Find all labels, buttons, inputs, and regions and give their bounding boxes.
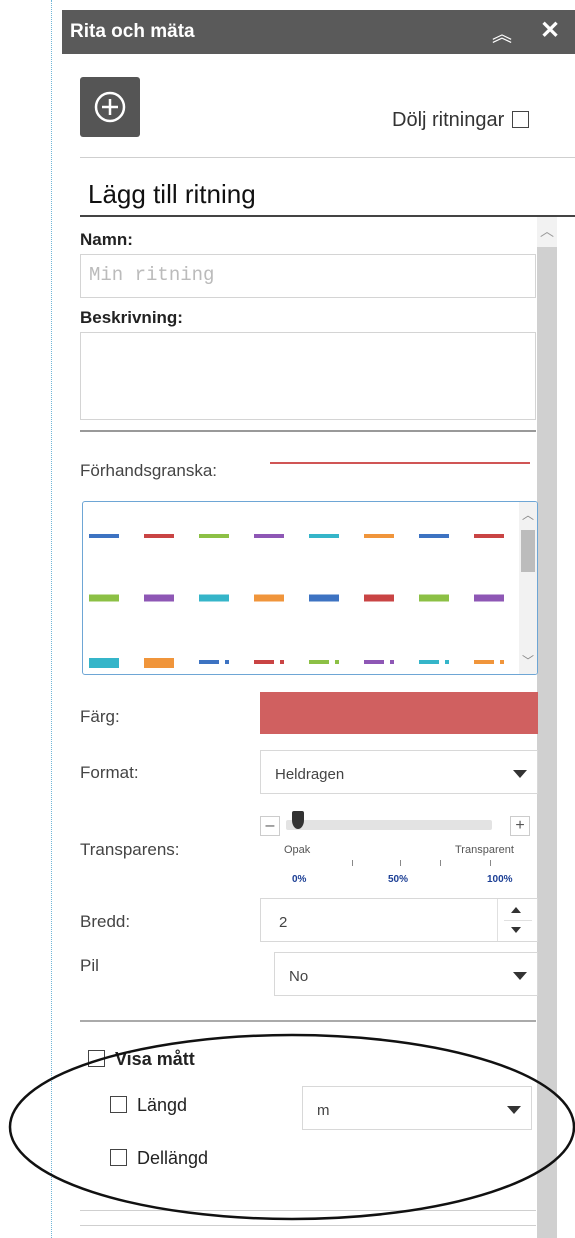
line-style-scrollbar[interactable]: ︿ ﹀ <box>519 502 537 674</box>
slider-tick <box>400 860 401 866</box>
hide-drawings-toggle[interactable]: Dölj ritningar <box>392 109 530 132</box>
plus-circle-icon <box>94 91 126 123</box>
description-divider <box>80 430 536 432</box>
tick-label-0: 0% <box>292 874 307 885</box>
width-stepper-buttons[interactable] <box>497 899 537 941</box>
chevron-down-icon[interactable]: ﹀ <box>519 652 537 669</box>
add-drawing-button[interactable] <box>80 77 140 137</box>
line-style-swatch[interactable] <box>364 660 384 664</box>
caret-down-icon <box>513 770 527 778</box>
transparency-slider-track[interactable] <box>286 820 492 830</box>
line-style-swatch[interactable] <box>254 594 284 602</box>
line-style-swatch[interactable] <box>419 660 439 664</box>
close-icon[interactable]: ✕ <box>540 16 560 45</box>
hide-drawings-label: Dölj ritningar <box>392 109 505 131</box>
name-label: Namn: <box>80 230 133 249</box>
style-divider <box>80 1020 536 1022</box>
chevron-up-icon[interactable]: ︿ <box>519 506 537 523</box>
tick-label-50: 50% <box>388 874 409 885</box>
line-style-swatch[interactable] <box>254 534 284 538</box>
hide-drawings-checkbox[interactable] <box>512 111 530 128</box>
preview-line <box>270 462 530 464</box>
toolbar-divider <box>80 157 575 158</box>
transparency-decrease-button[interactable]: – <box>260 816 280 836</box>
section-title-underline <box>80 215 575 217</box>
scroll-up-icon[interactable]: ︿ <box>537 217 557 247</box>
name-input[interactable]: Min ritning <box>80 254 536 298</box>
section-title: Lägg till ritning <box>88 179 256 209</box>
line-style-swatch[interactable] <box>280 660 284 664</box>
line-style-swatch[interactable] <box>390 660 394 664</box>
line-style-swatch[interactable] <box>500 660 504 664</box>
line-style-swatch[interactable] <box>144 534 174 538</box>
line-style-swatch[interactable] <box>474 594 504 602</box>
slider-tick <box>352 860 353 866</box>
preview-label: Förhandsgranska: <box>80 461 218 480</box>
tick-label-100: 100% <box>487 874 513 885</box>
line-style-swatch[interactable] <box>254 660 274 664</box>
format-select[interactable]: Heldragen <box>260 750 538 794</box>
line-style-swatch[interactable] <box>309 594 339 602</box>
description-label: Beskrivning: <box>80 308 183 327</box>
stepper-divider <box>504 920 532 921</box>
double-chevron-up-icon[interactable]: ︽ <box>492 18 512 47</box>
line-style-swatch[interactable] <box>144 594 174 602</box>
line-style-swatch[interactable] <box>445 660 449 664</box>
panel-titlebar: Rita och mäta ︽ ✕ <box>62 10 575 54</box>
caret-up-icon[interactable] <box>511 907 521 913</box>
arrow-value: No <box>289 968 309 985</box>
transparency-slider-thumb[interactable] <box>292 811 304 829</box>
line-style-swatches[interactable] <box>83 502 521 674</box>
caret-down-icon <box>513 972 527 980</box>
line-style-swatch[interactable] <box>309 660 329 664</box>
format-value: Heldragen <box>275 766 345 783</box>
arrow-label: Pil <box>80 956 99 975</box>
color-picker[interactable] <box>260 692 538 734</box>
line-style-swatch[interactable] <box>89 594 119 602</box>
line-style-picker[interactable]: ︿ ﹀ <box>82 501 538 675</box>
line-style-swatch[interactable] <box>199 534 229 538</box>
line-style-swatch[interactable] <box>364 534 394 538</box>
line-style-swatch[interactable] <box>89 534 119 538</box>
line-style-swatch[interactable] <box>144 658 174 668</box>
width-label: Bredd: <box>80 912 131 931</box>
transparency-min-label: Opak <box>284 844 311 856</box>
width-stepper[interactable]: 2 <box>260 898 538 942</box>
line-style-swatch[interactable] <box>89 658 119 668</box>
arrow-select[interactable]: No <box>274 952 538 996</box>
measure-divider-2 <box>80 1225 536 1226</box>
line-style-swatch[interactable] <box>335 660 339 664</box>
line-style-swatch[interactable] <box>199 594 229 602</box>
transparency-label: Transparens: <box>80 840 180 859</box>
line-style-swatch[interactable] <box>474 660 494 664</box>
format-label: Format: <box>80 763 139 782</box>
line-style-swatch[interactable] <box>225 660 229 664</box>
line-style-swatch[interactable] <box>474 534 504 538</box>
annotation-ellipse <box>8 1033 575 1221</box>
line-style-swatch[interactable] <box>199 660 219 664</box>
transparency-increase-button[interactable]: + <box>510 816 530 836</box>
line-style-swatch[interactable] <box>309 534 339 538</box>
line-style-scroll-thumb[interactable] <box>521 530 535 572</box>
width-value: 2 <box>279 914 288 931</box>
line-style-swatch[interactable] <box>419 594 449 602</box>
color-label: Färg: <box>80 707 120 726</box>
transparency-max-label: Transparent <box>455 844 514 856</box>
line-style-swatch[interactable] <box>419 534 449 538</box>
line-style-swatch[interactable] <box>364 594 394 602</box>
description-field[interactable] <box>80 332 536 420</box>
slider-tick <box>440 860 441 866</box>
caret-down-icon[interactable] <box>511 927 521 933</box>
panel-title: Rita och mäta <box>70 21 195 42</box>
slider-tick <box>490 860 491 866</box>
